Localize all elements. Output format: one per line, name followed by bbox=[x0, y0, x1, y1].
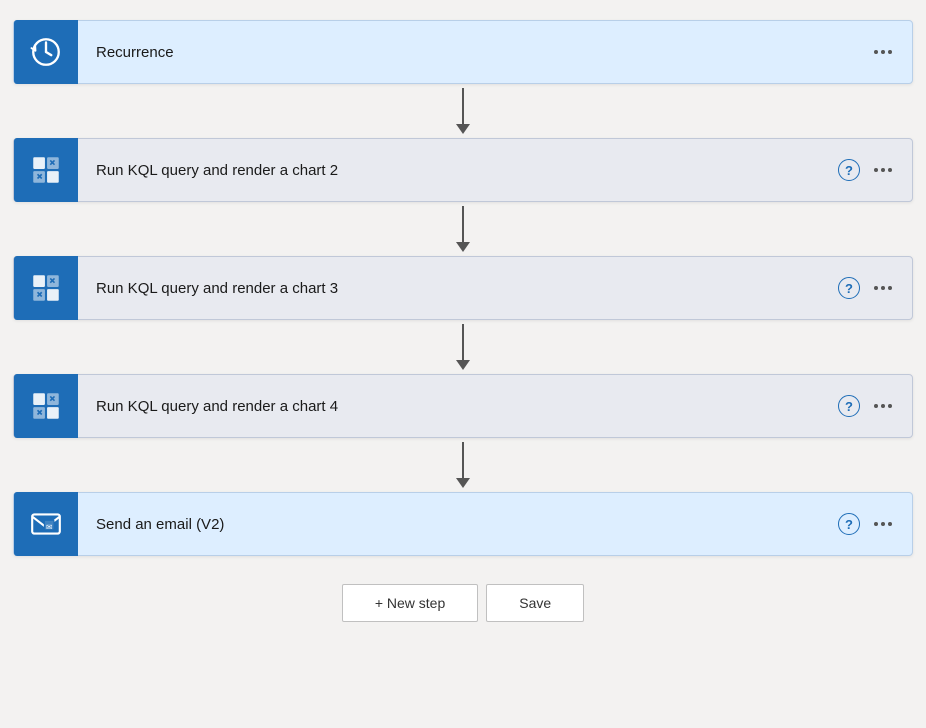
email-icon-bg: ✉ bbox=[14, 492, 78, 556]
recurrence-icon-bg bbox=[14, 20, 78, 84]
bottom-actions: + New step Save bbox=[342, 584, 584, 622]
kql4-more-button[interactable] bbox=[870, 400, 896, 412]
kql2-actions: ? bbox=[838, 159, 912, 181]
step-kql3[interactable]: Run KQL query and render a chart 3 ? bbox=[13, 256, 913, 320]
kql3-actions: ? bbox=[838, 277, 912, 299]
email-svg: ✉ bbox=[29, 507, 63, 541]
kql2-icon-bg bbox=[14, 138, 78, 202]
kql3-help-button[interactable]: ? bbox=[838, 277, 860, 299]
kql3-icon-bg bbox=[14, 256, 78, 320]
kql3-label: Run KQL query and render a chart 3 bbox=[78, 280, 838, 297]
email-label: Send an email (V2) bbox=[78, 516, 838, 533]
kql2-label: Run KQL query and render a chart 2 bbox=[78, 162, 838, 179]
arrow-4 bbox=[456, 438, 470, 492]
arrow-1 bbox=[456, 84, 470, 138]
save-button[interactable]: Save bbox=[486, 584, 584, 622]
kql4-help-button[interactable]: ? bbox=[838, 395, 860, 417]
recurrence-more-button[interactable] bbox=[870, 46, 896, 58]
recurrence-svg bbox=[29, 35, 63, 69]
svg-text:✉: ✉ bbox=[46, 522, 52, 531]
kql4-actions: ? bbox=[838, 395, 912, 417]
arrow-2 bbox=[456, 202, 470, 256]
step-kql4[interactable]: Run KQL query and render a chart 4 ? bbox=[13, 374, 913, 438]
kql4-label: Run KQL query and render a chart 4 bbox=[78, 398, 838, 415]
step-email[interactable]: ✉ Send an email (V2) ? bbox=[13, 492, 913, 556]
recurrence-actions bbox=[870, 46, 912, 58]
kql4-icon-bg bbox=[14, 374, 78, 438]
flow-container: Recurrence Run KQL que bbox=[13, 20, 913, 622]
kql2-svg bbox=[29, 153, 63, 187]
kql4-svg bbox=[29, 389, 63, 423]
email-more-button[interactable] bbox=[870, 518, 896, 530]
email-help-button[interactable]: ? bbox=[838, 513, 860, 535]
arrow-3 bbox=[456, 320, 470, 374]
step-recurrence[interactable]: Recurrence bbox=[13, 20, 913, 84]
kql3-more-button[interactable] bbox=[870, 282, 896, 294]
recurrence-label: Recurrence bbox=[78, 44, 870, 61]
kql2-help-button[interactable]: ? bbox=[838, 159, 860, 181]
new-step-button[interactable]: + New step bbox=[342, 584, 478, 622]
email-actions: ? bbox=[838, 513, 912, 535]
kql3-svg bbox=[29, 271, 63, 305]
step-kql2[interactable]: Run KQL query and render a chart 2 ? bbox=[13, 138, 913, 202]
kql2-more-button[interactable] bbox=[870, 164, 896, 176]
